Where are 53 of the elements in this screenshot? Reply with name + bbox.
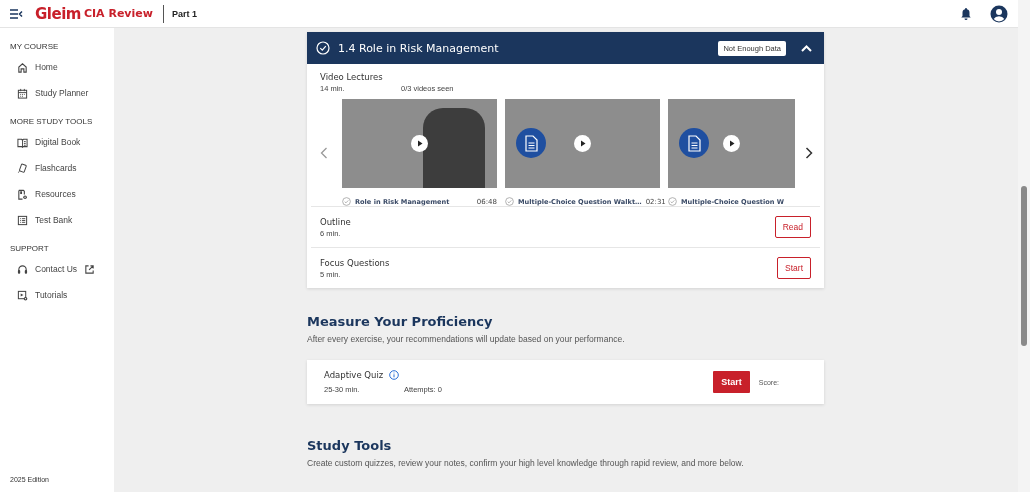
item-title: Outline bbox=[320, 216, 351, 227]
calendar-icon bbox=[17, 87, 28, 99]
sidebar-item[interactable]: Test Bank bbox=[10, 207, 73, 233]
document-icon bbox=[516, 128, 546, 158]
sidebar-item[interactable]: Study Planner bbox=[10, 80, 89, 106]
play-icon[interactable] bbox=[723, 135, 740, 152]
document-icon bbox=[679, 128, 709, 158]
section-title: Video Lectures bbox=[320, 72, 384, 82]
notification-bell-icon[interactable] bbox=[960, 7, 972, 20]
action-button[interactable]: Start bbox=[777, 257, 811, 279]
part-label: Part 1 bbox=[171, 8, 197, 19]
check-circle-icon bbox=[316, 41, 330, 55]
video-thumbnail[interactable] bbox=[505, 99, 660, 188]
chevron-right-icon[interactable] bbox=[805, 146, 813, 159]
check-circle-icon bbox=[342, 197, 351, 206]
video-gear-icon bbox=[17, 289, 28, 301]
video-thumbnail[interactable] bbox=[668, 99, 795, 188]
video-thumbnail[interactable] bbox=[342, 99, 497, 188]
list-icon bbox=[17, 214, 28, 226]
item-title: Focus Questions bbox=[320, 257, 390, 268]
flashcards-icon bbox=[17, 162, 28, 174]
section-heading: MY COURSE bbox=[10, 42, 60, 51]
section-heading: MORE STUDY TOOLS bbox=[10, 117, 94, 126]
lesson-title: 1.4 Role in Risk Management bbox=[338, 41, 499, 55]
sidebar-item[interactable]: Digital Book bbox=[10, 129, 81, 155]
play-icon[interactable] bbox=[574, 135, 591, 152]
sidebar-item[interactable]: Contact Us bbox=[10, 256, 96, 282]
scrollbar-thumb[interactable] bbox=[1021, 186, 1027, 346]
quiz-title: Adaptive Quiz bbox=[324, 370, 384, 380]
check-circle-icon bbox=[505, 197, 514, 206]
headset-icon bbox=[17, 263, 28, 275]
section-heading: SUPPORT bbox=[10, 244, 50, 253]
action-button[interactable]: Read bbox=[774, 216, 811, 238]
start-button[interactable]: Start bbox=[713, 371, 750, 393]
home-icon bbox=[17, 61, 28, 73]
menu-icon[interactable] bbox=[9, 7, 23, 20]
product-name: CIA Review bbox=[83, 7, 153, 20]
brand-logo[interactable]: Gleim bbox=[35, 4, 81, 23]
info-icon[interactable] bbox=[389, 370, 400, 380]
play-icon[interactable] bbox=[411, 135, 428, 152]
section-description: After every exercise, your recommendations will update based on your performance. bbox=[307, 334, 626, 344]
section-heading: Measure Your Proficiency bbox=[307, 314, 494, 329]
sidebar-item[interactable]: Resources bbox=[10, 181, 76, 207]
user-avatar-icon[interactable] bbox=[990, 4, 1008, 23]
sidebar-item[interactable]: Tutorials bbox=[10, 282, 68, 308]
section-description: Create custom quizzes, review your notes, confirm your high level knowledge through rapid review, and more below. bbox=[307, 458, 745, 468]
book-icon bbox=[17, 136, 28, 148]
sidebar-item[interactable]: Flashcards bbox=[10, 155, 77, 181]
sidebar-item[interactable]: Home bbox=[10, 54, 58, 80]
chevron-up-icon[interactable] bbox=[801, 44, 812, 52]
section-heading: Study Tools bbox=[307, 438, 393, 453]
folder-gear-icon bbox=[17, 188, 28, 200]
check-circle-icon bbox=[668, 197, 677, 206]
